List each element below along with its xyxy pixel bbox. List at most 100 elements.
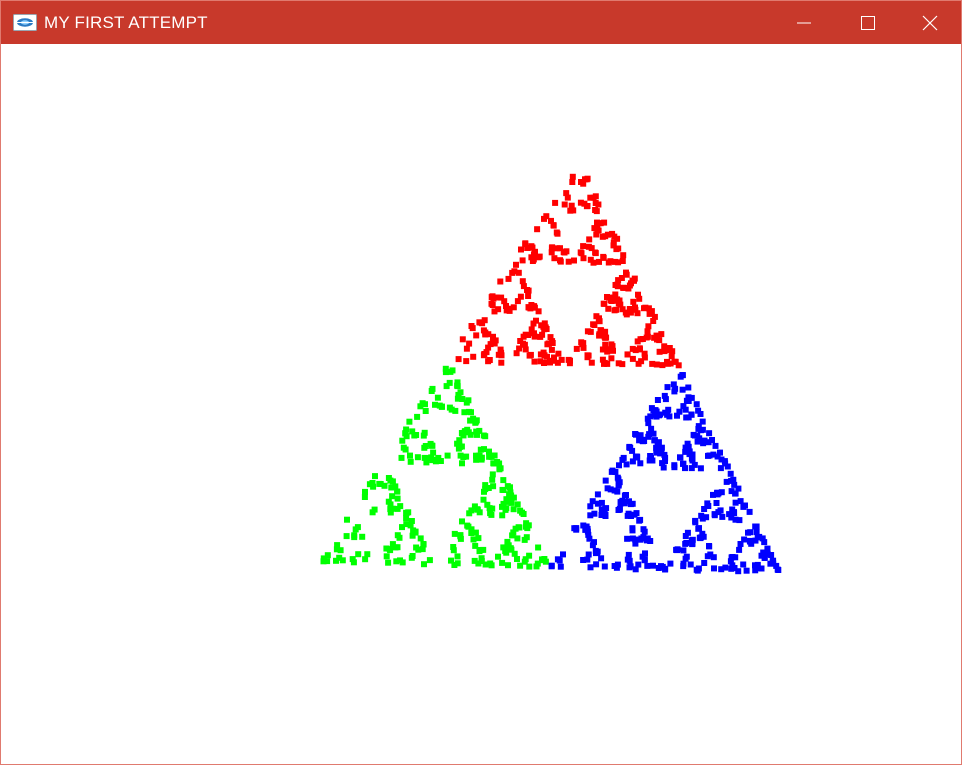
fractal-point-right	[723, 478, 730, 485]
fractal-point-right	[580, 557, 587, 563]
fractal-point-top	[476, 319, 483, 326]
close-button[interactable]	[897, 1, 961, 44]
fractal-point-left	[426, 557, 433, 564]
fractal-point-left	[428, 442, 435, 449]
window-title: MY FIRST ATTEMPT	[44, 13, 208, 32]
fractal-point-right	[677, 373, 684, 380]
fractal-point-left	[385, 559, 392, 566]
fractal-point-left	[403, 521, 410, 528]
fractal-point-left	[407, 452, 413, 459]
fractal-point-top	[564, 194, 571, 201]
fractal-point-right	[631, 511, 638, 518]
minimize-button[interactable]	[771, 1, 835, 44]
fractal-point-right	[601, 563, 608, 570]
fractal-point-right	[682, 533, 689, 539]
fractal-point-top	[578, 339, 585, 346]
fractal-point-top	[595, 227, 602, 234]
fractal-point-right	[689, 451, 696, 458]
fractal-point-left	[517, 507, 524, 514]
fractal-point-top	[645, 305, 652, 312]
fractal-point-right	[706, 430, 713, 437]
fractal-point-left	[333, 557, 339, 564]
fractal-point-right	[693, 401, 700, 408]
fractal-point-right	[611, 563, 618, 569]
fractal-point-top	[609, 343, 616, 350]
fractal-point-top	[602, 233, 609, 240]
fractal-point-right	[701, 437, 708, 444]
fractal-points	[320, 173, 782, 575]
fractal-point-left	[337, 547, 344, 554]
fractal-point-right	[688, 537, 695, 544]
fractal-point-right	[747, 538, 754, 545]
fractal-point-top	[613, 306, 620, 313]
fractal-point-top	[592, 250, 599, 257]
fractal-point-right	[671, 464, 678, 471]
fractal-point-left	[475, 560, 482, 567]
fractal-point-right	[711, 512, 718, 519]
fractal-point-right	[598, 512, 605, 518]
fractal-point-right	[614, 488, 621, 495]
fractal-point-top	[520, 283, 527, 290]
fractal-point-top	[515, 269, 522, 276]
title-bar[interactable]: MY FIRST ATTEMPT	[1, 1, 961, 44]
fractal-point-top	[658, 331, 665, 338]
fractal-point-right	[602, 477, 609, 484]
fractal-point-right	[677, 454, 683, 461]
fractal-point-top	[585, 243, 592, 250]
fractal-point-right	[672, 385, 679, 392]
fractal-point-left	[444, 452, 451, 459]
fractal-point-left	[458, 430, 465, 436]
fractal-point-top	[592, 193, 599, 200]
fractal-point-right	[598, 555, 605, 562]
fractal-point-left	[456, 437, 463, 444]
fractal-point-left	[487, 510, 494, 517]
fractal-point-top	[498, 359, 505, 366]
fractal-point-top	[534, 226, 541, 233]
fractal-point-top	[525, 293, 532, 299]
fractal-point-left	[494, 459, 501, 465]
fractal-point-right	[697, 411, 704, 417]
fractal-point-top	[623, 271, 630, 278]
fractal-point-top	[584, 354, 591, 361]
fractal-point-left	[499, 486, 506, 493]
fractal-point-left	[507, 545, 514, 552]
fractal-point-top	[624, 351, 631, 358]
fractal-point-right	[641, 528, 648, 535]
fractal-point-right	[644, 562, 651, 569]
fractal-point-left	[414, 413, 421, 420]
sierpinski-canvas	[320, 173, 782, 575]
fractal-point-top	[571, 257, 577, 264]
fractal-point-right	[740, 503, 747, 510]
fractal-point-left	[405, 509, 412, 516]
fractal-point-top	[519, 257, 526, 264]
fractal-point-right	[664, 384, 671, 391]
maximize-button[interactable]	[835, 1, 899, 44]
fractal-point-right	[614, 474, 621, 481]
fractal-point-left	[339, 557, 346, 564]
fractal-point-top	[541, 215, 547, 222]
fractal-point-top	[629, 355, 636, 362]
fractal-point-top	[611, 233, 618, 240]
fractal-point-right	[650, 430, 657, 437]
fractal-point-left	[486, 448, 492, 455]
fractal-point-left	[523, 534, 530, 541]
fractal-point-top	[537, 333, 544, 340]
fractal-point-right	[714, 490, 720, 497]
fractal-point-right	[594, 491, 601, 498]
fractal-point-top	[659, 362, 666, 369]
fractal-point-top	[470, 353, 477, 360]
fractal-point-left	[505, 498, 512, 505]
fractal-point-top	[643, 334, 650, 341]
fractal-point-top	[587, 328, 594, 335]
fractal-point-left	[463, 453, 470, 460]
fractal-point-right	[598, 499, 605, 506]
fractal-point-left	[399, 437, 406, 444]
fractal-point-left	[499, 559, 506, 566]
fractal-point-left	[417, 403, 424, 410]
fractal-point-right	[717, 507, 724, 514]
fractal-point-left	[459, 396, 466, 402]
fractal-point-left	[466, 408, 472, 415]
fractal-point-right	[699, 418, 706, 425]
fractal-point-left	[458, 443, 465, 450]
fractal-point-top	[531, 333, 538, 340]
